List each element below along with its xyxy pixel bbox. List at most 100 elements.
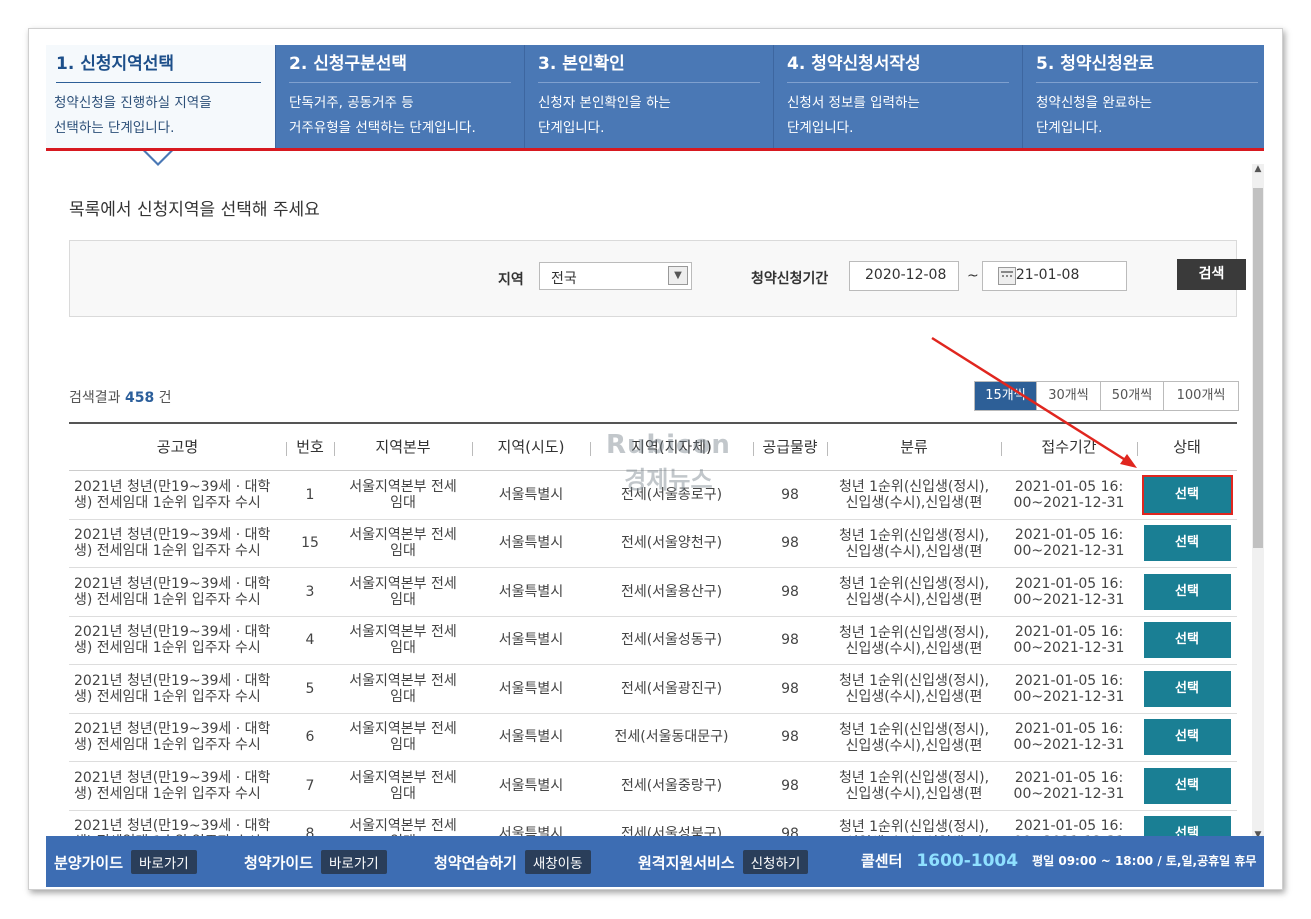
step-desc: 신청서 정보를 입력하는 단계입니다. — [787, 95, 920, 136]
select-button[interactable]: 선택 — [1143, 719, 1231, 755]
date-separator: ~ — [967, 268, 979, 284]
scrollbar[interactable]: ▲ ▼ — [1252, 164, 1264, 844]
cell-sido: 서울특별시 — [498, 583, 564, 600]
footer-remote-support: 원격지원서비스 신청하기 — [638, 850, 809, 874]
cell-qty: 98 — [781, 632, 799, 648]
cell-name: 2021년 청년(만19~39세 · 대학생) 전세임대 1순위 입주자 수시 — [74, 721, 271, 753]
subscription-guide-button[interactable]: 바로가기 — [321, 850, 387, 874]
cell-local: 전세(서울동대문구) — [614, 729, 729, 745]
table-row: 2021년 청년(만19~39세 · 대학 생) 전세임대 1순위 입주자 수시 1… — [69, 520, 1237, 568]
cell-period: 2021-01-05 16:00~2021-12-31 — [1013, 478, 1125, 511]
callcenter-phone: 1600-1004 — [916, 850, 1019, 871]
cell-name: 2021년 청년(만19~39세 · 대학생) 전세임대 1순위 입주자 수시 — [74, 769, 271, 802]
cell-qty: 98 — [781, 729, 799, 745]
search-button[interactable]: 검색 — [1177, 259, 1246, 290]
per-page-50[interactable]: 50개씩 — [1100, 382, 1163, 410]
per-page-100[interactable]: 100개씩 — [1163, 382, 1238, 410]
remote-support-button[interactable]: 신청하기 — [742, 850, 809, 874]
cell-name: 2021년 청년(만19~39세 · 대학생) 전세임대 1순위 입주자 수시 — [74, 575, 271, 608]
step-desc: 단독거주, 공동거주 등 거주유형을 선택하는 단계입니다. — [289, 95, 476, 136]
step-desc: 청약신청을 진행하실 지역을 선택하는 단계입니다. — [54, 95, 212, 136]
select-button[interactable]: 선택 — [1141, 474, 1233, 515]
table-body: 2021년 청년(만19~39세 · 대학 생) 전세임대 1순위 입주자 수시 1… — [69, 471, 1237, 859]
header-name: 공고명 — [156, 438, 199, 456]
per-page-selector: 15개씩 30개씩 50개씩 100개씩 — [974, 381, 1239, 411]
cell-no: 6 — [305, 729, 315, 745]
cell-local: 전세(서울광진구) — [620, 680, 723, 697]
table-row: 2021년 청년(만19~39세 · 대학 생) 전세임대 1순위 입주자 수시 4… — [69, 617, 1237, 665]
cell-no: 7 — [305, 777, 315, 794]
select-button[interactable]: 선택 — [1143, 670, 1231, 707]
active-step-pointer-inner — [146, 151, 170, 163]
per-page-15[interactable]: 15개씩 — [975, 382, 1036, 410]
cell-local: 전세(서울중랑구) — [620, 777, 723, 794]
step-5[interactable]: 5. 청약신청완료 청약신청을 완료하는 단계입니다. — [1023, 45, 1258, 148]
scroll-thumb[interactable] — [1253, 188, 1263, 548]
calendar-icon[interactable] — [998, 267, 1016, 285]
cell-cat: 청년 1순위(신입생(정시),신입생(수시),신입생(편 — [838, 576, 990, 608]
cell-hq: 서울지역본부 전세임대 — [349, 575, 457, 608]
per-page-30[interactable]: 30개씩 — [1036, 382, 1100, 410]
table-row: 2021년 청년(만19~39세 · 대학 생) 전세임대 1순위 입주자 수시 3… — [69, 568, 1237, 617]
page-title: 목록에서 신청지역을 선택해 주세요 — [69, 200, 320, 220]
cell-status: 선택 — [1137, 471, 1237, 518]
cell-sido: 서울특별시 — [498, 486, 564, 503]
cell-hq: 서울지역본부 전세임대 — [349, 672, 457, 705]
footer-sale-guide: 분양가이드 바로가기 — [54, 850, 197, 874]
callcenter-hours: 평일 09:00 ~ 18:00 / 토,일,공휴일 휴무 — [1032, 854, 1257, 868]
header-hq: 지역본부 — [375, 438, 431, 456]
cell-no: 15 — [301, 535, 319, 551]
date-from-input[interactable]: 2020-12-08 — [849, 261, 959, 291]
step-4[interactable]: 4. 청약신청서작성 신청서 정보를 입력하는 단계입니다. — [774, 45, 1023, 148]
footer-subscription-guide: 청약가이드 바로가기 — [244, 850, 387, 874]
header-status: 상태 — [1173, 438, 1201, 456]
cell-period: 2021-01-05 16:00~2021-12-31 — [1013, 721, 1125, 753]
chevron-down-icon: ▼ — [668, 266, 688, 285]
step-title: 1. 신청지역선택 — [56, 47, 261, 83]
step-navigation: 1. 신청지역선택 청약신청을 진행하실 지역을 선택하는 단계입니다. 2. 신… — [46, 45, 1264, 151]
step-underline — [46, 148, 1264, 151]
cell-status: 선택 — [1137, 520, 1237, 567]
footer-bar: 분양가이드 바로가기 청약가이드 바로가기 청약연습하기 새창이동 원격지원서비스 신청… — [46, 836, 1264, 887]
header-period: 접수기간 — [1041, 438, 1097, 456]
search-panel: 지역 전국 ▼ 청약신청기간 2020-12-08 ~ 2021-01-08 검… — [69, 240, 1246, 317]
cell-sido: 서울특별시 — [498, 729, 564, 745]
scroll-up-icon[interactable]: ▲ — [1252, 164, 1264, 178]
cell-name: 2021년 청년(만19~39세 · 대학생) 전세임대 1순위 입주자 수시 — [74, 624, 271, 656]
header-category: 분류 — [900, 438, 928, 456]
cell-local: 전세(서울성동구) — [620, 632, 723, 648]
table-row: 2021년 청년(만19~39세 · 대학 생) 전세임대 1순위 입주자 수시 6… — [69, 714, 1237, 762]
cell-qty: 98 — [781, 777, 799, 794]
select-button[interactable]: 선택 — [1143, 525, 1231, 561]
cell-hq: 서울지역본부 전세임대 — [349, 721, 457, 753]
screenshot-frame: 1. 신청지역선택 청약신청을 진행하실 지역을 선택하는 단계입니다. 2. 신… — [28, 28, 1283, 890]
step-desc: 신청자 본인확인을 하는 단계입니다. — [538, 95, 671, 136]
cell-cat: 청년 1순위(신입생(정시),신입생(수시),신입생(편 — [838, 527, 990, 560]
footer-callcenter: 콜센터 1600-1004 평일 09:00 ~ 18:00 / 토,일,공휴일… — [861, 850, 1257, 871]
step-3[interactable]: 3. 본인확인 신청자 본인확인을 하는 단계입니다. — [525, 45, 774, 148]
step-title: 2. 신청구분선택 — [289, 47, 511, 83]
step-title: 5. 청약신청완료 — [1036, 47, 1258, 83]
cell-local: 전세(서울용산구) — [620, 583, 723, 600]
select-button[interactable]: 선택 — [1143, 622, 1231, 658]
header-qty: 공급물량 — [762, 438, 818, 456]
cell-no: 3 — [305, 583, 315, 600]
practice-button[interactable]: 새창이동 — [524, 850, 591, 874]
sale-guide-button[interactable]: 바로가기 — [131, 850, 197, 874]
region-select[interactable]: 전국 ▼ — [539, 262, 692, 290]
cell-no: 4 — [305, 632, 315, 648]
date-to-input[interactable]: 2021-01-08 — [982, 261, 1127, 291]
step-desc: 청약신청을 완료하는 단계입니다. — [1036, 95, 1153, 136]
cell-period: 2021-01-05 16:00~2021-12-31 — [1013, 575, 1125, 608]
cell-sido: 서울특별시 — [498, 535, 564, 551]
step-1[interactable]: 1. 신청지역선택 청약신청을 진행하실 지역을 선택하는 단계입니다. — [46, 45, 276, 148]
cell-local: 전세(서울양천구) — [620, 535, 723, 551]
step-2[interactable]: 2. 신청구분선택 단독거주, 공동거주 등 거주유형을 선택하는 단계입니다. — [276, 45, 525, 148]
cell-cat: 청년 1순위(신입생(정시),신입생(수시),신입생(편 — [838, 770, 990, 802]
date-from-value: 2020-12-08 — [865, 267, 947, 283]
select-button[interactable]: 선택 — [1143, 767, 1231, 804]
select-button[interactable]: 선택 — [1143, 573, 1231, 610]
page-content: 1. 신청지역선택 청약신청을 진행하실 지역을 선택하는 단계입니다. 2. 신… — [46, 45, 1264, 887]
cell-status: 선택 — [1137, 568, 1237, 615]
cell-status: 선택 — [1137, 714, 1237, 761]
